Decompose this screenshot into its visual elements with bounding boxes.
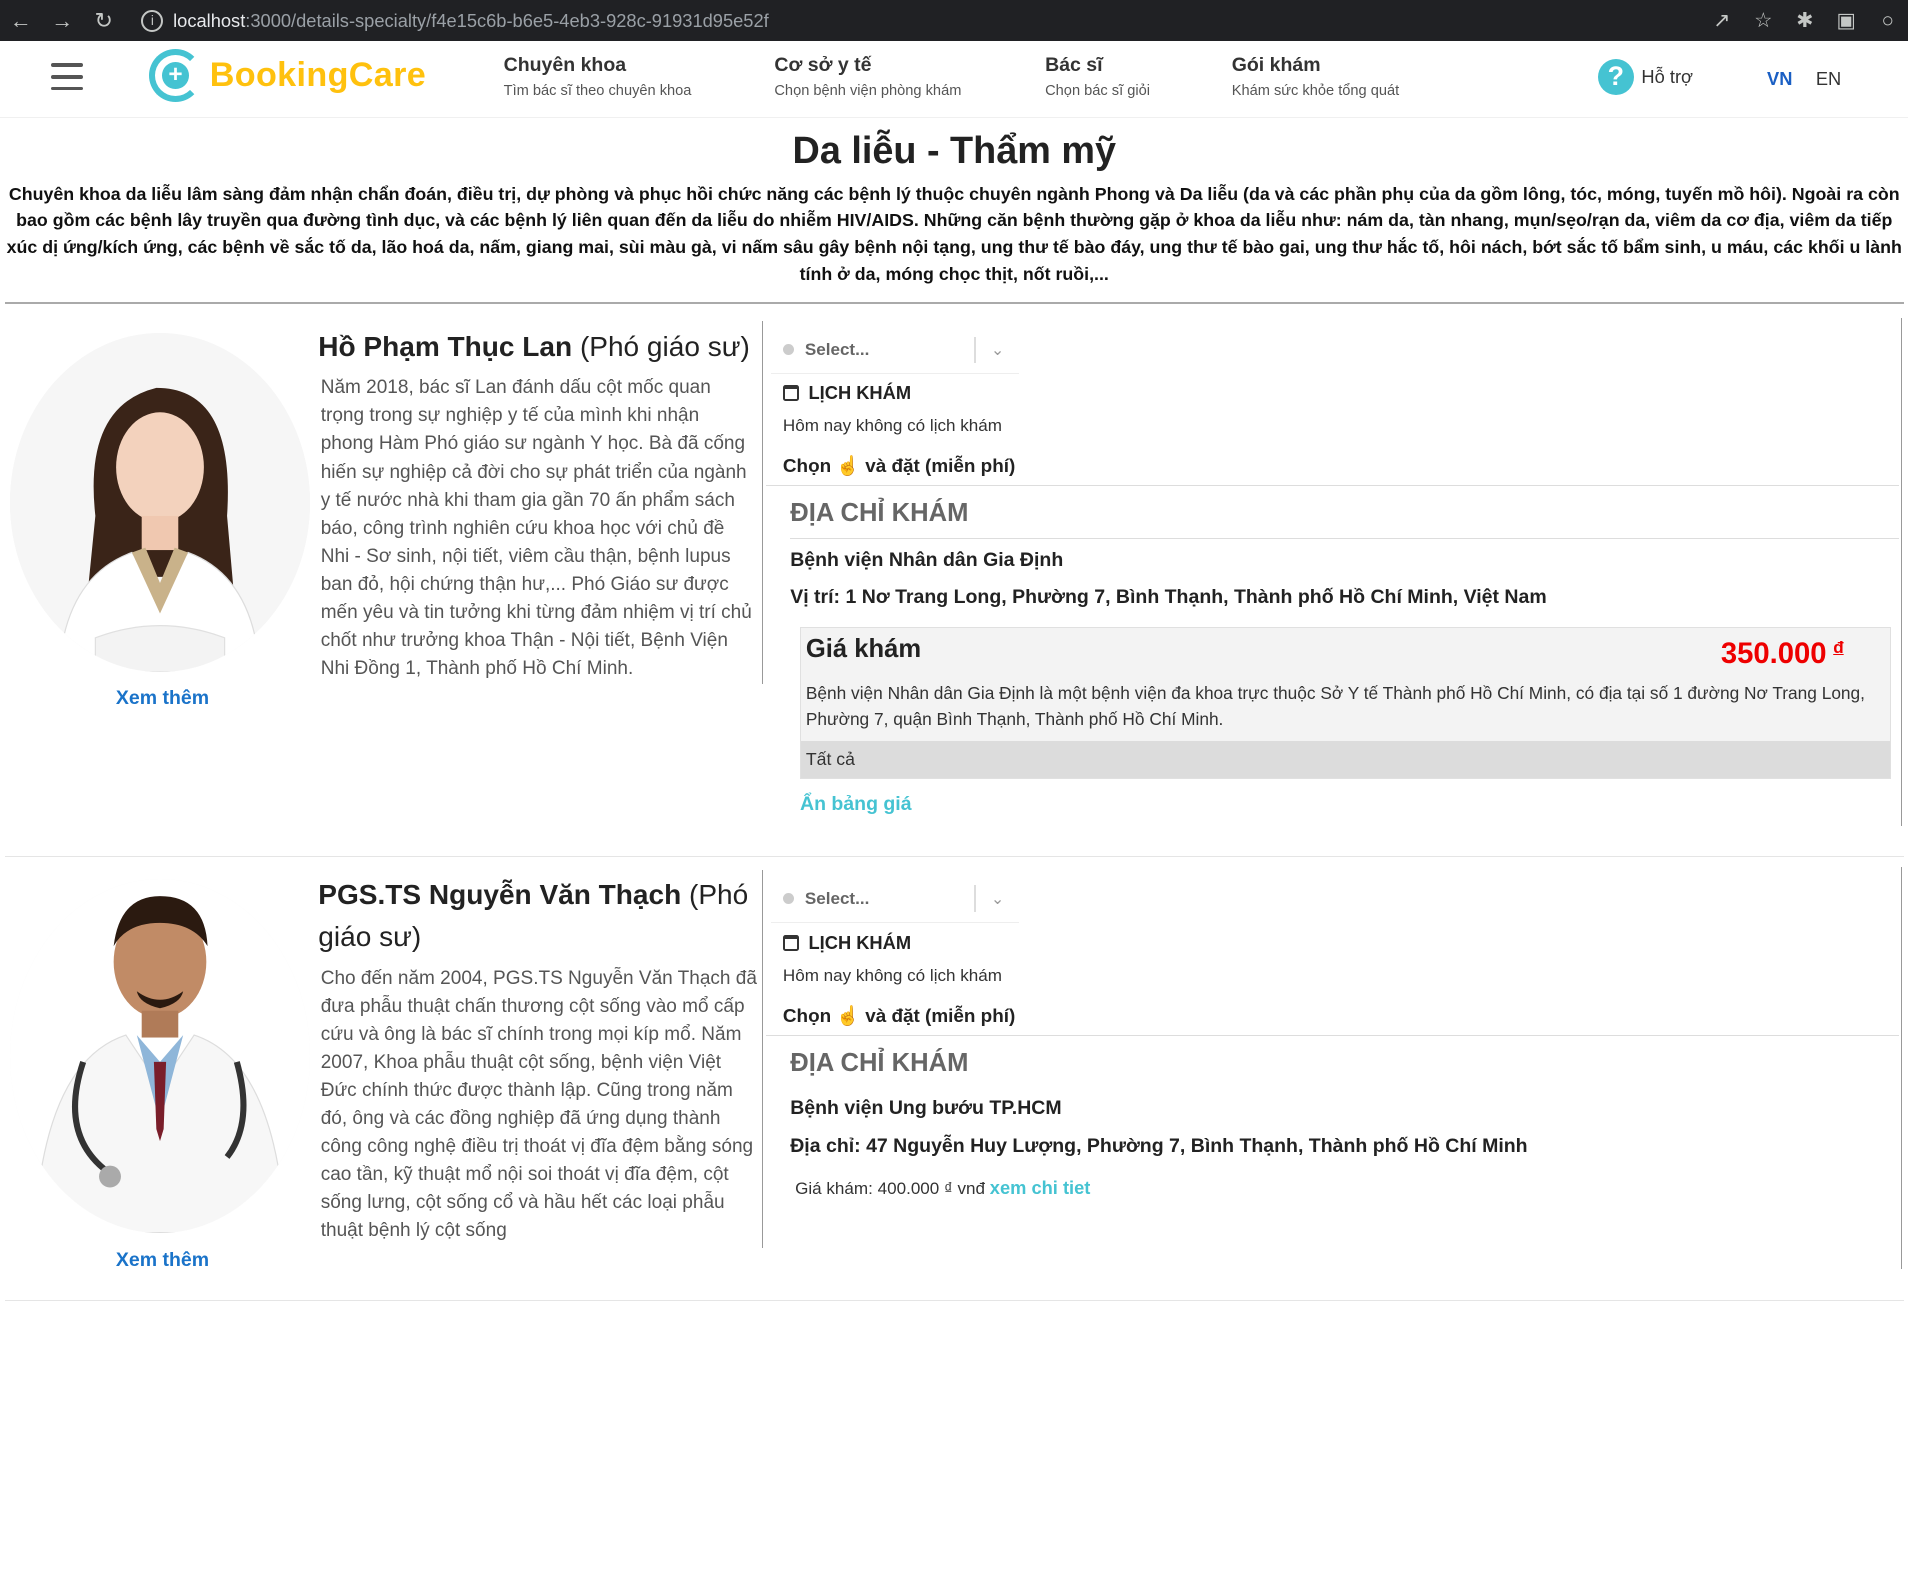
nav-package[interactable]: Gói khám Khám sức khỏe tổng quát	[1232, 54, 1400, 99]
nav-package-sub: Khám sức khỏe tổng quát	[1231, 82, 1400, 99]
address-bar[interactable]: i localhost:3000/details-specialty/f4e15…	[122, 4, 1713, 38]
doctor-name[interactable]: PGS.TS Nguyễn Văn Thạch (Phó giáo sư)	[318, 874, 757, 957]
calendar-icon	[782, 384, 799, 401]
calendar-icon	[782, 934, 799, 951]
price-description: Bệnh viện Nhân dân Gia Định là một bệnh …	[805, 683, 1865, 730]
nav-specialty-title: Chuyên khoa	[503, 53, 627, 76]
lang-vn[interactable]: VN	[1767, 68, 1792, 90]
date-select-value: Select...	[804, 339, 870, 359]
choose-suffix: và đặt (miễn phí)	[865, 1005, 1016, 1027]
sidepanel-icon[interactable]: ▣	[1826, 0, 1867, 41]
back-icon[interactable]: ←	[0, 0, 41, 41]
logo[interactable]: + BookingCare	[148, 48, 427, 103]
lang-en[interactable]: EN	[1816, 68, 1841, 90]
date-select[interactable]: Select... ⌄	[770, 327, 1020, 375]
bookmark-star-icon[interactable]: ☆	[1743, 0, 1784, 41]
doctor-avatar	[9, 332, 310, 672]
specialty-description: Chuyên khoa da liễu lâm sàng đảm nhận ch…	[6, 183, 1902, 285]
reload-icon[interactable]: ↻	[83, 0, 124, 41]
price-table: Giá khám 350.000 đ Bệnh viện Nhân dân Gi…	[799, 626, 1891, 779]
nav-doctor[interactable]: Bác sĩ Chọn bác sĩ giỏi	[1045, 54, 1150, 99]
choose-suffix: và đặt (miễn phí)	[865, 455, 1016, 477]
doctor-name-text: Hồ Phạm Thục Lan	[318, 330, 573, 362]
column-divider	[762, 869, 764, 1248]
site-info-icon[interactable]: i	[141, 9, 164, 32]
choose-prefix: Chọn	[782, 455, 832, 477]
address-heading: ĐỊA CHỈ KHÁM	[790, 1048, 969, 1077]
hand-pointer-icon: ☝	[836, 1005, 860, 1027]
chevron-down-icon[interactable]: ⌄	[976, 889, 1020, 909]
chevron-down-icon[interactable]: ⌄	[976, 340, 1020, 360]
price-inline: Giá khám: 400.000 ₫ vnđ xem chi tiet	[795, 1177, 1090, 1199]
schedule-empty-text: Hôm nay không có lịch khám	[782, 965, 1002, 985]
date-select[interactable]: Select... ⌄	[770, 876, 1020, 923]
hand-pointer-icon: ☝	[836, 455, 860, 477]
clinic-address: Vị trí: 1 Nơ Trang Long, Phường 7, Bình …	[790, 586, 1547, 609]
address-section: ĐỊA CHỈ KHÁM Bệnh viện Ung bướu TP.HCM Đ…	[765, 1035, 1899, 1182]
price-currency: đ	[1833, 637, 1844, 657]
browser-toolbar: ← → ↻ i localhost:3000/details-specialty…	[0, 0, 1908, 42]
help-icon: ?	[1597, 58, 1635, 96]
date-select-value: Select...	[804, 888, 870, 908]
nav-facility-title: Cơ sở y tế	[774, 53, 872, 76]
page-root: ← → ↻ i localhost:3000/details-specialty…	[0, 0, 1908, 1304]
row-divider	[4, 856, 1904, 858]
column-divider	[762, 320, 764, 685]
price-value: 350.000	[1720, 637, 1827, 670]
doctor-position: (Phó giáo sư)	[579, 330, 750, 362]
specialty-title: Da liễu - Thẩm mỹ	[792, 130, 1116, 173]
clinic-name: Bệnh viện Nhân dân Gia Định	[790, 548, 1064, 571]
card-right-edge	[1901, 318, 1903, 826]
price-detail-link[interactable]: xem chi tiet	[990, 1177, 1091, 1198]
extensions-icon[interactable]: ✱	[1784, 0, 1825, 41]
choose-book-text: Chọn ☝ và đặt (miễn phí)	[783, 454, 1015, 478]
share-icon[interactable]: ↗	[1701, 0, 1742, 41]
nav-package-title: Gói khám	[1231, 53, 1321, 76]
clinic-name: Bệnh viện Ung bướu TP.HCM	[790, 1097, 1062, 1120]
hamburger-menu-icon[interactable]	[51, 63, 83, 91]
address-heading: ĐỊA CHỈ KHÁM	[790, 498, 969, 527]
nav-facility[interactable]: Cơ sở y tế Chọn bệnh viện phòng khám	[774, 54, 961, 99]
card-right-edge	[1901, 867, 1903, 1270]
forward-icon[interactable]: →	[41, 0, 82, 41]
divider	[4, 302, 1904, 304]
doctor-avatar	[9, 879, 310, 1233]
doctor-name[interactable]: Hồ Phạm Thục Lan (Phó giáo sư)	[318, 326, 757, 367]
hide-price-table-link[interactable]: Ẩn bảng giá	[800, 793, 912, 816]
see-more-link[interactable]: Xem thêm	[116, 1249, 209, 1272]
choose-prefix: Chọn	[782, 1005, 832, 1027]
url-path: :3000/details-specialty/f4e15c6b-b6e5-4e…	[245, 9, 769, 31]
nav-specialty[interactable]: Chuyên khoa Tìm bác sĩ theo chuyên khoa	[504, 54, 692, 99]
nav-facility-sub: Chọn bệnh viện phòng khám	[774, 82, 962, 99]
url-host: localhost	[173, 9, 246, 31]
price-all-row: Tất cả	[800, 741, 1890, 778]
choose-book-text: Chọn ☝ và đặt (miễn phí)	[783, 1004, 1015, 1028]
schedule-empty-text: Hôm nay không có lịch khám	[782, 415, 1002, 435]
doctor-bio: Cho đến năm 2004, PGS.TS Nguyễn Văn Thạc…	[320, 967, 757, 1242]
doctor-bio: Năm 2018, bác sĩ Lan đánh dấu cột mốc qu…	[320, 377, 752, 679]
clinic-address: Địa chỉ: 47 Nguyễn Huy Lượng, Phường 7, …	[790, 1135, 1528, 1158]
schedule-title-text: LỊCH KHÁM	[808, 931, 912, 953]
address-divider	[790, 537, 1899, 539]
support-label: Hỗ trợ	[1641, 65, 1694, 87]
see-more-link[interactable]: Xem thêm	[116, 687, 209, 710]
site-header: + BookingCare Chuyên khoa Tìm bác sĩ the…	[0, 41, 1908, 119]
profile-icon[interactable]: ○	[1867, 0, 1908, 41]
doctor-card: Xem thêm Hồ Phạm Thục Lan (Phó giáo sư) …	[0, 318, 1908, 855]
row-divider	[4, 1299, 1904, 1302]
price-inline-text: Giá khám: 400.000 ₫ vnđ	[795, 1178, 986, 1198]
logo-mark-icon: +	[148, 48, 203, 103]
nav-doctor-title: Bác sĩ	[1045, 53, 1103, 76]
nav-specialty-sub: Tìm bác sĩ theo chuyên khoa	[503, 82, 692, 99]
price-heading: Giá khám	[805, 635, 922, 664]
support-link[interactable]: ? Hỗ trợ	[1597, 58, 1694, 96]
doctor-name-text: PGS.TS Nguyễn Văn Thạch	[318, 879, 682, 911]
doctor-card: Xem thêm PGS.TS Nguyễn Văn Thạch (Phó gi…	[0, 867, 1908, 1300]
schedule-title-text: LỊCH KHÁM	[808, 381, 912, 403]
logo-text: BookingCare	[209, 56, 427, 95]
schedule-title: LỊCH KHÁM	[782, 931, 912, 954]
schedule-title: LỊCH KHÁM	[782, 381, 912, 404]
nav-doctor-sub: Chọn bác sĩ giỏi	[1045, 82, 1150, 99]
